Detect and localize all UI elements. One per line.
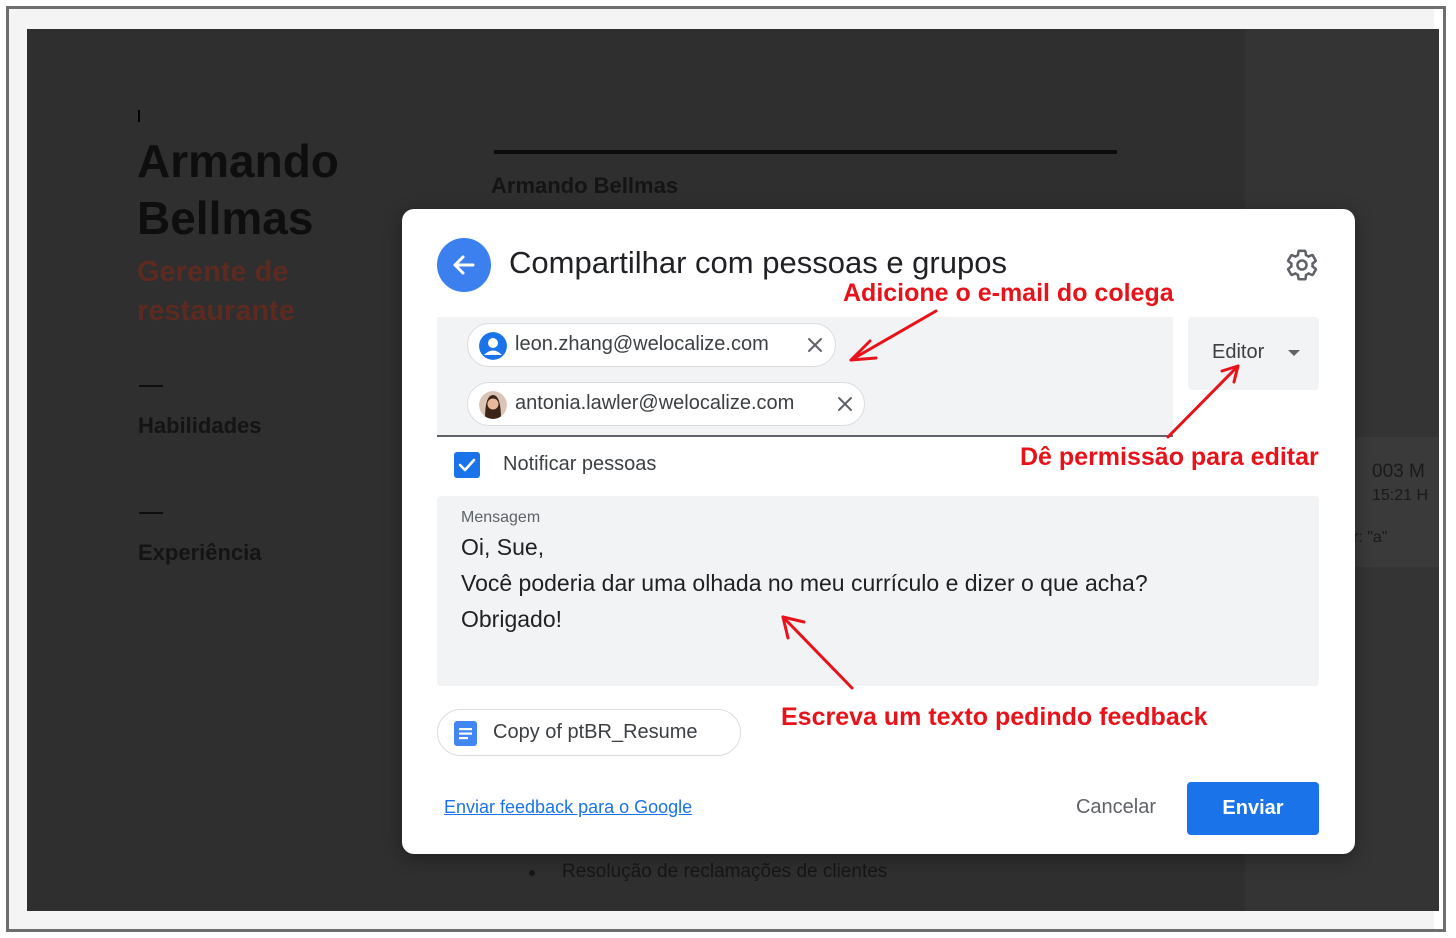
text-cursor <box>138 110 140 122</box>
recipient-email: leon.zhang@welocalize.com <box>515 333 769 355</box>
comment-date: 003 M <box>1372 461 1425 482</box>
notify-checkbox[interactable] <box>454 452 480 478</box>
recipients-input[interactable]: leon.zhang@welocalize.com antonia.lawler… <box>437 317 1173 437</box>
gear-icon[interactable] <box>1285 248 1319 282</box>
section-dash <box>139 385 163 387</box>
check-icon <box>458 458 476 472</box>
section-dash <box>139 512 163 514</box>
message-line: Você poderia dar uma olhada no meu currí… <box>461 570 1148 596</box>
file-name: Copy of ptBR_Resume <box>493 721 698 743</box>
header-name: Armando Bellmas <box>491 173 679 198</box>
role-dropdown[interactable]: Editor <box>1188 317 1319 390</box>
feedback-link[interactable]: Enviar feedback para o Google <box>444 797 692 818</box>
notify-label: Notificar pessoas <box>503 453 657 475</box>
role-label: Editor <box>1212 341 1265 363</box>
send-button[interactable]: Enviar <box>1187 782 1319 835</box>
annotation-add-email: Adicione o e-mail do colega <box>843 279 1174 307</box>
recipient-chip[interactable]: antonia.lawler@welocalize.com <box>467 382 865 426</box>
close-icon[interactable] <box>834 393 856 415</box>
recipient-email: antonia.lawler@welocalize.com <box>515 392 795 414</box>
message-line: Oi, Sue, <box>461 534 545 560</box>
annotation-give-permission: Dê permissão para editar <box>1020 443 1319 471</box>
chevron-down-icon <box>1288 350 1300 356</box>
resume-name: Armando Bellmas <box>137 135 339 244</box>
dialog-title: Compartilhar com pessoas e grupos <box>509 245 1007 280</box>
annotation-write-text: Escreva um texto pedindo feedback <box>781 703 1208 731</box>
bullet-dot <box>529 870 535 876</box>
message-textarea[interactable]: Mensagem Oi, Sue, Você poderia dar uma o… <box>437 496 1319 686</box>
bullet-item: Resolução de reclamações de clientes <box>562 861 888 882</box>
back-button[interactable] <box>437 238 491 292</box>
recipient-chip[interactable]: leon.zhang@welocalize.com <box>467 323 836 367</box>
avatar <box>479 391 507 419</box>
file-chip[interactable]: Copy of ptBR_Resume <box>437 709 741 756</box>
comment-time: 15:21 H <box>1372 487 1429 504</box>
close-icon[interactable] <box>804 334 826 356</box>
comment-snippet: r: "a" <box>1353 529 1388 546</box>
cancel-button[interactable]: Cancelar <box>1058 782 1174 832</box>
avatar <box>479 332 507 360</box>
section-experience: Experiência <box>138 540 262 565</box>
message-line: Obrigado! <box>461 606 563 632</box>
header-rule <box>494 150 1117 154</box>
message-caption: Mensagem <box>461 509 541 526</box>
arrow-left-icon <box>453 255 475 275</box>
section-skills: Habilidades <box>138 413 262 438</box>
resume-role: Gerente de restaurante <box>137 256 295 327</box>
docs-icon <box>454 721 477 746</box>
